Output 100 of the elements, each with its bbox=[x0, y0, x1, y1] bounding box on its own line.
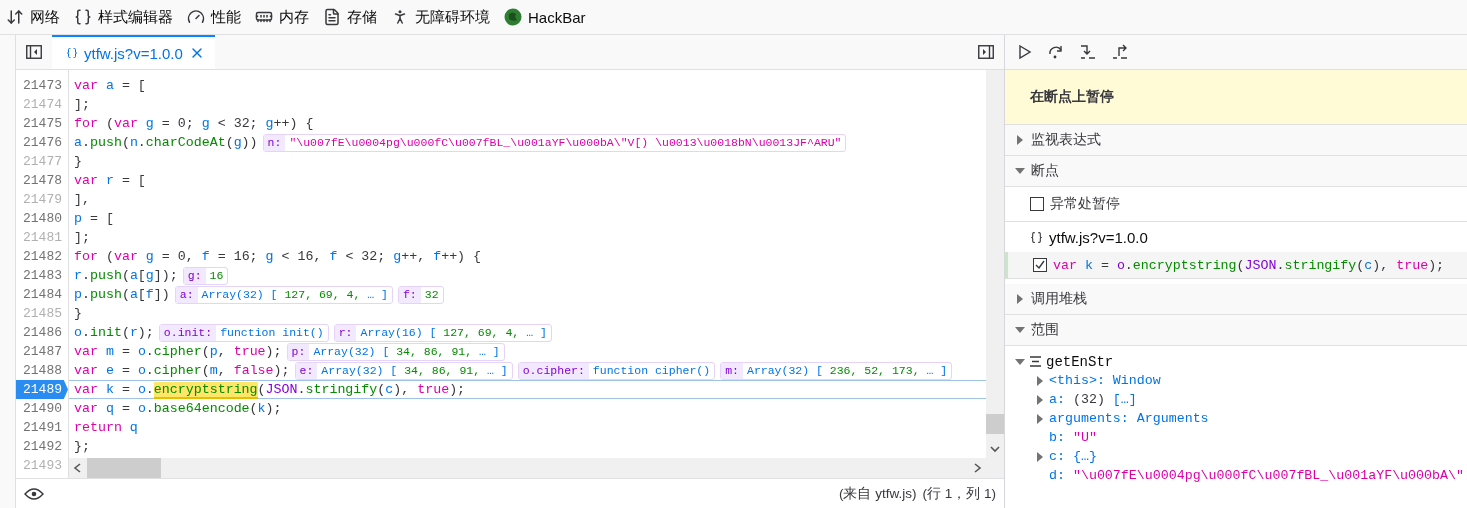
devtools-tab[interactable]: 内存 bbox=[253, 0, 321, 34]
watch-section-header[interactable]: 监视表达式 bbox=[1005, 125, 1467, 156]
devtools-tab[interactable]: 网络 bbox=[4, 0, 72, 34]
inline-preview: p: Array(32) [ 34, 86, 91, … ] bbox=[286, 342, 505, 361]
code-line: r.push(a[g]); bbox=[74, 268, 178, 283]
code-line: ]; bbox=[74, 230, 90, 245]
code-line: p = [ bbox=[74, 211, 114, 226]
line-number: 21486 bbox=[22, 324, 63, 342]
code-line: for (var g = 0, f = 16; g < 16, f < 32; g++, f++) { bbox=[74, 249, 482, 264]
scope-variable[interactable]: c: {…} bbox=[1049, 449, 1097, 464]
scrollbar-thumb[interactable] bbox=[986, 414, 1004, 434]
braces-icon bbox=[74, 8, 92, 26]
scope-variable[interactable]: a: (32) […] bbox=[1049, 392, 1137, 407]
collapsed-arrow-icon bbox=[1015, 294, 1025, 304]
line-number: 21492 bbox=[22, 438, 63, 456]
line-number: 21478 bbox=[22, 172, 63, 190]
code-line: var m = o.cipher(p, true); bbox=[74, 344, 282, 359]
line-number: 21476 bbox=[22, 134, 63, 152]
line-number: 21487 bbox=[22, 343, 63, 361]
code-line: ]; bbox=[74, 97, 90, 112]
inline-preview: g: 16 bbox=[182, 266, 229, 285]
line-number: 21493 bbox=[22, 457, 63, 475]
line-number: 21483 bbox=[22, 267, 63, 285]
breakpoint-file: ytfw.js?v=1.0.0 bbox=[1049, 228, 1148, 246]
line-number: 21488 bbox=[22, 362, 63, 380]
code-line: o.init(r); bbox=[74, 325, 154, 340]
inline-preview: a: Array(32) [ 127, 69, 4, … ] bbox=[174, 285, 393, 304]
breakpoint-code: var k = o.encryptstring(JSON.stringify(c), true); bbox=[1053, 257, 1445, 273]
document-icon bbox=[323, 8, 341, 26]
collapsed-arrow-icon bbox=[1035, 451, 1045, 462]
code-line: }; bbox=[74, 439, 90, 454]
scope-variable[interactable]: <this>: Window bbox=[1049, 373, 1161, 388]
eye-icon[interactable] bbox=[24, 486, 44, 501]
scopes-section-header[interactable]: 范围 bbox=[1005, 315, 1467, 346]
devtools-tab[interactable]: 性能 bbox=[185, 0, 253, 34]
inline-preview: f: 32 bbox=[397, 285, 444, 304]
collapsed-arrow-icon bbox=[1015, 135, 1025, 145]
scope-variable[interactable]: arguments: Arguments bbox=[1049, 411, 1209, 426]
source-info: (来自 ytfw.js) bbox=[839, 484, 917, 503]
line-number: 21474 bbox=[22, 96, 63, 114]
step-over-icon[interactable] bbox=[1047, 44, 1065, 60]
expanded-arrow-icon bbox=[1015, 356, 1025, 367]
source-tab[interactable]: ytfw.js?v=1.0.0 bbox=[52, 35, 215, 69]
collapsed-arrow-icon bbox=[1035, 375, 1045, 386]
step-out-icon[interactable] bbox=[1111, 44, 1129, 60]
line-number: 21475 bbox=[22, 115, 63, 133]
line-number: 21485 bbox=[22, 305, 63, 323]
braces-icon bbox=[66, 47, 78, 59]
line-number: 21490 bbox=[22, 400, 63, 418]
devtools-tab[interactable]: 样式编辑器 bbox=[72, 0, 185, 34]
devtools-tab[interactable]: HackBar bbox=[502, 0, 598, 34]
expanded-arrow-icon bbox=[1015, 166, 1025, 176]
checkbox[interactable] bbox=[1033, 258, 1047, 272]
scope-name[interactable]: getEnStr bbox=[1046, 353, 1114, 370]
code-line: var e = o.cipher(m, false); bbox=[74, 363, 290, 378]
code-line: } bbox=[74, 306, 82, 321]
breakpoint-marker: 21489 bbox=[16, 380, 68, 399]
code-line: var a = [ bbox=[74, 78, 146, 93]
code-line: a.push(n.charCodeAt(g)) bbox=[74, 135, 258, 150]
line-number: 21484 bbox=[22, 286, 63, 304]
cursor-position: (行 1，列 1) bbox=[922, 484, 996, 503]
line-number: 21473 bbox=[22, 77, 63, 95]
code-line: } bbox=[74, 154, 82, 169]
scope-variable[interactable]: b: "U" bbox=[1049, 430, 1097, 445]
code-line: return q bbox=[74, 420, 138, 435]
code-line: var r = [ bbox=[74, 173, 146, 188]
code-line: p.push(a[f]) bbox=[74, 287, 170, 302]
gauge-icon bbox=[187, 8, 205, 26]
checkbox[interactable] bbox=[1030, 197, 1044, 211]
resume-icon[interactable] bbox=[1017, 44, 1033, 60]
scope-variable[interactable]: d: "\u007fE\u0004pg\u000fC\u007fBL_\u001aYF\u000bA\" bbox=[1049, 468, 1464, 483]
call-stack-section-header[interactable]: 调用堆栈 bbox=[1005, 284, 1467, 315]
inline-preview: m: Array(32) [ 236, 52, 173, … ] bbox=[720, 361, 953, 380]
collapsed-arrow-icon bbox=[1035, 413, 1045, 424]
line-number: 21477 bbox=[22, 153, 63, 171]
line-number: 21491 bbox=[22, 419, 63, 437]
collapsed-arrow-icon bbox=[1035, 394, 1045, 405]
code-line: var k = o.encryptstring(JSON.stringify(c), true); bbox=[74, 382, 466, 397]
line-number: 21481 bbox=[22, 229, 63, 247]
line-number: 21482 bbox=[22, 248, 63, 266]
inline-preview: r: Array(16) [ 127, 69, 4, … ] bbox=[333, 323, 552, 342]
code-line: var q = o.base64encode(k); bbox=[74, 401, 282, 416]
breakpoints-section-header[interactable]: 断点 bbox=[1005, 156, 1467, 187]
step-in-icon[interactable] bbox=[1079, 44, 1097, 60]
breakpoint-item[interactable]: var k = o.encryptstring(JSON.stringify(c), true); bbox=[1005, 252, 1467, 279]
scope-icon bbox=[1029, 356, 1042, 367]
braces-icon bbox=[1030, 230, 1043, 244]
line-number: 21479 bbox=[22, 191, 63, 209]
line-number: 21480 bbox=[22, 210, 63, 228]
inline-preview: o.init: function init() bbox=[158, 323, 329, 342]
devtools-tab[interactable]: 存储 bbox=[321, 0, 389, 34]
devtools-tab[interactable]: 无障碍环境 bbox=[389, 0, 502, 34]
code-line: for (var g = 0; g < 32; g++) { bbox=[74, 116, 314, 131]
checkbox-label: 异常处暂停 bbox=[1050, 195, 1120, 213]
pause-banner: 在断点上暂停 bbox=[1005, 70, 1467, 125]
expanded-arrow-icon bbox=[1015, 325, 1025, 335]
arrows-icon bbox=[6, 8, 24, 26]
inline-preview: n: "\u007fE\u0004pg\u000fC\u007fBL_\u001aYF\u000bA\"V[) \u0013\u0018bN\u0013JF^ARU" bbox=[262, 133, 847, 152]
scrollbar-thumb[interactable] bbox=[87, 458, 161, 478]
code-line: ], bbox=[74, 192, 90, 207]
